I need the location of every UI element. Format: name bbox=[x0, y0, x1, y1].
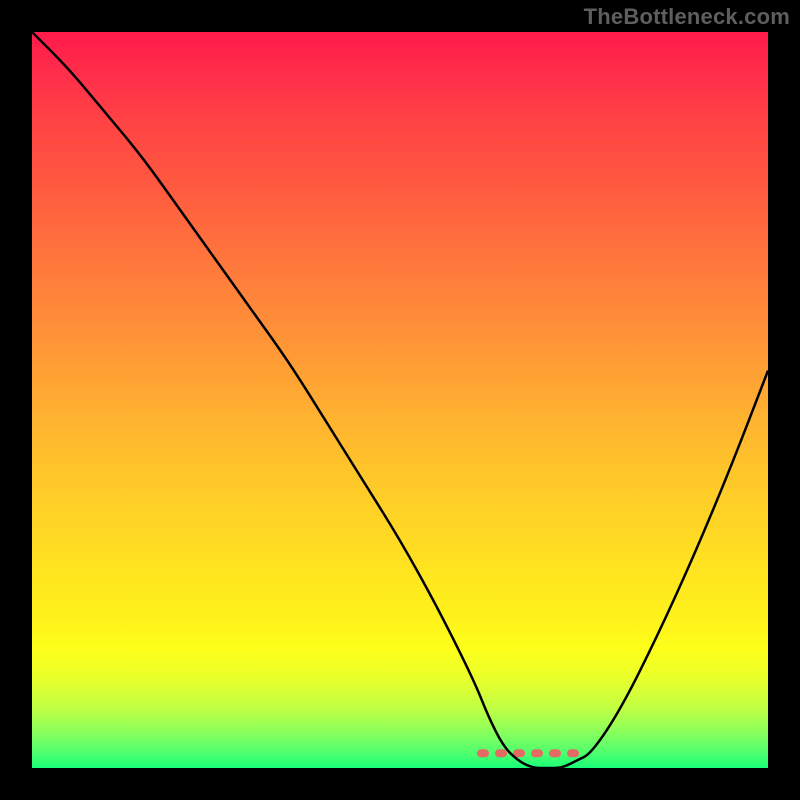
bottleneck-curve-svg bbox=[32, 32, 768, 768]
watermark-label: TheBottleneck.com bbox=[584, 4, 790, 30]
chart-frame: TheBottleneck.com bbox=[0, 0, 800, 800]
plot-area bbox=[32, 32, 768, 768]
bottleneck-curve-line bbox=[32, 32, 768, 768]
